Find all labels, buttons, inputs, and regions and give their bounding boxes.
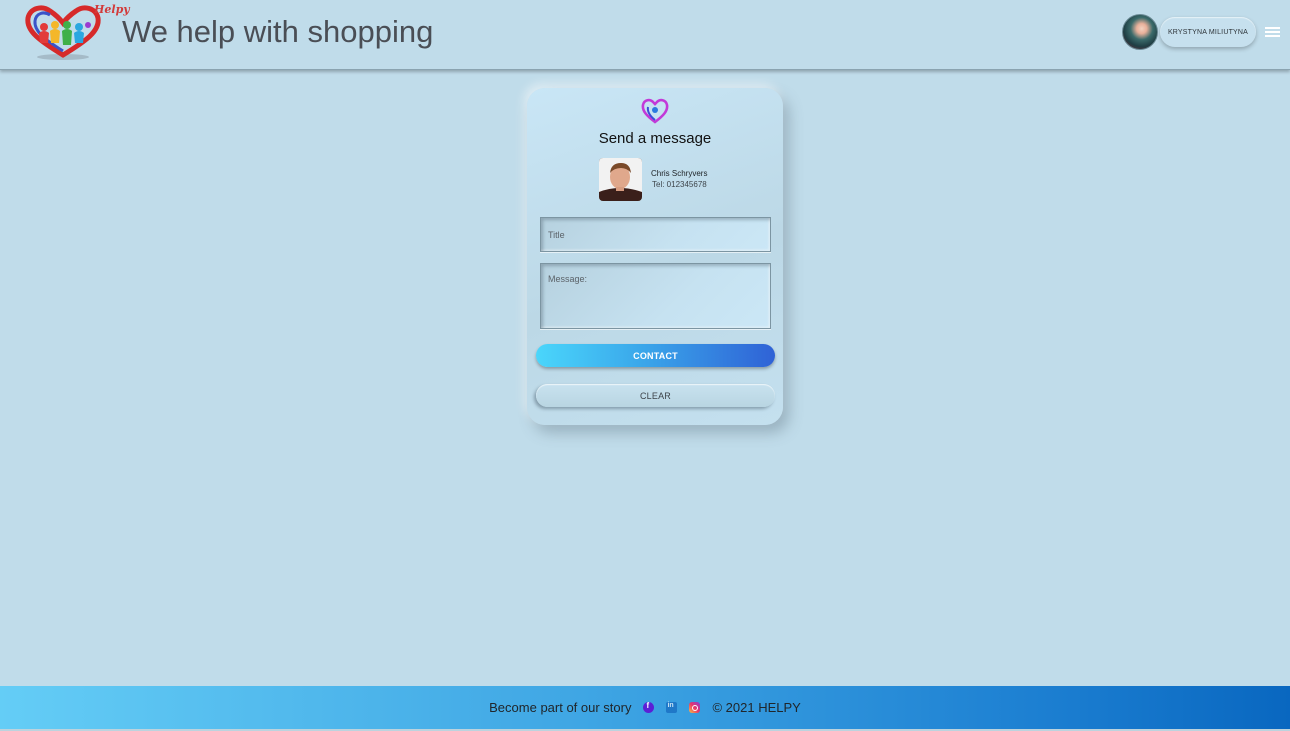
footer-content: Become part of our story © 2021 HELPY (489, 700, 801, 715)
top-header: Helpy We help with shopping KRYSTYNA MIL… (0, 0, 1290, 70)
user-area: KRYSTYNA MILIUTYNA (1122, 14, 1282, 50)
instagram-icon[interactable] (689, 702, 701, 713)
title-input[interactable] (540, 217, 771, 252)
contact-name: Chris Schryvers (651, 169, 708, 178)
user-avatar[interactable] (1122, 14, 1158, 50)
footer-tagline: Become part of our story (489, 700, 632, 715)
user-name-button[interactable]: KRYSTYNA MILIUTYNA (1160, 17, 1256, 47)
page-footer: Become part of our story © 2021 HELPY (0, 686, 1290, 729)
helpy-logo[interactable]: Helpy (22, 3, 130, 61)
contact-button[interactable]: CONTACT (536, 344, 775, 367)
hamburger-icon[interactable] (1264, 25, 1282, 39)
clear-button[interactable]: CLEAR (536, 384, 775, 407)
send-message-card: Send a message Chris Schryvers Tel: 0123… (527, 88, 783, 425)
heart-logo-icon (25, 5, 101, 60)
page-title: We help with shopping (122, 14, 434, 49)
message-textarea[interactable] (540, 263, 771, 329)
contact-portrait-icon (599, 158, 642, 201)
contact-photo (599, 158, 642, 201)
heart-logo-icon (641, 98, 669, 124)
card-title: Send a message (598, 130, 712, 147)
facebook-icon[interactable] (643, 701, 655, 713)
linkedin-icon[interactable] (666, 702, 678, 713)
copyright-text: © 2021 HELPY (712, 700, 801, 715)
contact-phone: Tel: 012345678 (652, 180, 707, 189)
